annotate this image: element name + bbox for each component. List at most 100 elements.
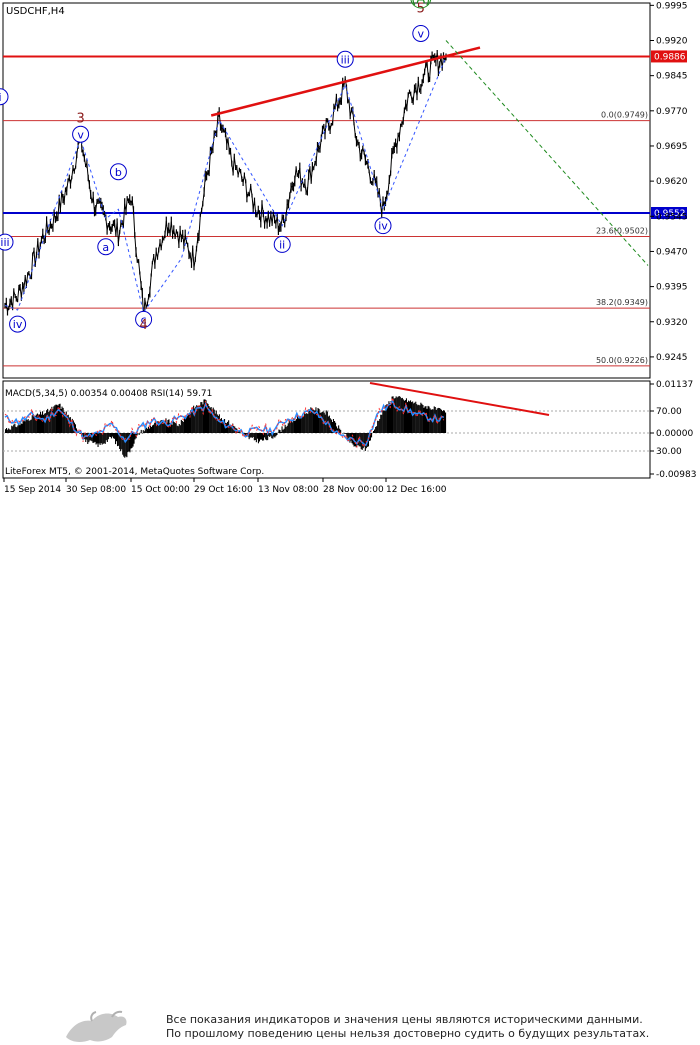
indicator-tick-label: 0.01137 [656,380,693,390]
macd-histogram-bar [176,423,177,433]
price-tick-label: 0.9620 [656,177,688,187]
time-tick-label: 15 Sep 2014 [4,485,61,495]
wave-label-text: v [418,27,425,40]
macd-histogram-bar [281,432,282,433]
macd-histogram-bar [141,430,142,433]
macd-histogram-bar [400,397,401,433]
macd-histogram-bar [183,422,184,433]
macd-histogram-bar [307,414,308,433]
macd-histogram-bar [256,433,257,442]
macd-histogram-bar [253,433,254,437]
macd-histogram-bar [391,401,392,433]
macd-histogram-bar [112,433,113,437]
macd-histogram-bar [442,411,443,433]
macd-histogram-bar [14,424,15,433]
macd-histogram-bar [443,410,444,433]
macd-histogram-bar [124,433,125,458]
macd-histogram-bar [381,415,382,433]
macd-histogram-bar [40,412,41,433]
macd-histogram-bar [356,433,357,447]
time-tick-label: 13 Nov 08:00 [258,485,319,495]
macd-histogram-bar [133,433,134,447]
macd-histogram-bar [21,424,22,433]
macd-histogram-bar [173,421,174,433]
wave-label-text: a [102,241,109,254]
price-tick-label: 0.9470 [656,247,688,257]
wave-label-text: 4 [139,318,147,333]
macd-histogram-bar [371,433,372,437]
disclaimer-line-1: Все показания индикаторов и значения цен… [166,1013,686,1027]
macd-histogram-bar [383,411,384,434]
macd-histogram-bar [289,421,290,434]
macd-histogram-bar [186,417,187,433]
macd-histogram-bar [121,433,122,449]
macd-histogram-bar [422,405,423,433]
macd-histogram-bar [345,433,346,434]
price-tick-label: 0.9770 [656,107,688,117]
macd-histogram-bar [29,421,30,433]
macd-histogram-bar [44,414,45,433]
macd-histogram-bar [250,433,251,438]
macd-histogram-bar [260,433,261,440]
symbol-label: USDCHF,H4 [6,6,65,17]
indicator-tick-label: -0.00983 [656,470,696,480]
macd-histogram-bar [53,406,54,433]
macd-histogram-bar [122,433,123,455]
macd-histogram-bar [344,433,345,434]
macd-histogram-bar [31,420,32,433]
macd-histogram-bar [116,433,117,441]
macd-histogram-bar [177,426,178,433]
macd-histogram-bar [27,420,28,433]
macd-histogram-bar [318,408,319,433]
price-tick-label: 0.9920 [656,37,688,47]
macd-histogram-bar [6,428,7,433]
macd-histogram-bar [298,418,299,433]
macd-histogram-bar [109,433,110,437]
macd-histogram-bar [143,430,144,433]
macd-histogram-bar [178,426,179,433]
macd-histogram-bar [30,420,31,433]
macd-histogram-bar [420,403,421,433]
macd-histogram-bar [94,433,95,442]
wave-label-text: b [115,166,122,179]
macd-histogram-bar [139,433,140,435]
macd-histogram-bar [108,433,109,439]
macd-histogram-bar [54,405,55,433]
macd-histogram-bar [46,410,47,433]
macd-histogram-bar [284,429,285,433]
macd-histogram-bar [111,433,112,438]
macd-histogram-bar [398,397,399,433]
macd-histogram-bar [292,422,293,433]
macd-histogram-bar [41,415,42,433]
macd-histogram-bar [348,433,349,438]
macd-histogram-bar [413,403,414,433]
macd-histogram-bar [430,408,431,433]
macd-histogram-bar [117,433,118,446]
macd-histogram-bar [5,429,6,433]
macd-histogram-bar [221,418,222,433]
macd-histogram-bar [105,433,106,444]
price-tick-label: 0.9545 [656,212,688,222]
macd-histogram-bar [7,430,8,433]
macd-histogram-bar [148,427,149,433]
macd-histogram-bar [425,406,426,433]
macd-histogram-bar [280,430,281,433]
time-tick-label: 29 Oct 16:00 [194,485,253,495]
macd-histogram-bar [378,421,379,433]
macd-histogram-bar [203,400,204,434]
indicator-tick-label: 70.00 [656,407,682,417]
wave-label-text: v [77,128,84,141]
macd-histogram-bar [162,421,163,433]
macd-histogram-bar [175,423,176,433]
macd-histogram-bar [19,425,20,433]
macd-histogram-bar [25,421,26,433]
disclaimer-line-2: По прошлому поведению цены нельзя достов… [166,1027,686,1041]
macd-histogram-bar [214,410,215,433]
macd-histogram-bar [198,406,199,434]
macd-histogram-bar [146,428,147,433]
macd-histogram-bar [285,425,286,433]
macd-histogram-bar [101,433,102,443]
macd-histogram-bar [424,407,425,434]
macd-histogram-bar [418,405,419,433]
macd-histogram-bar [100,433,101,445]
